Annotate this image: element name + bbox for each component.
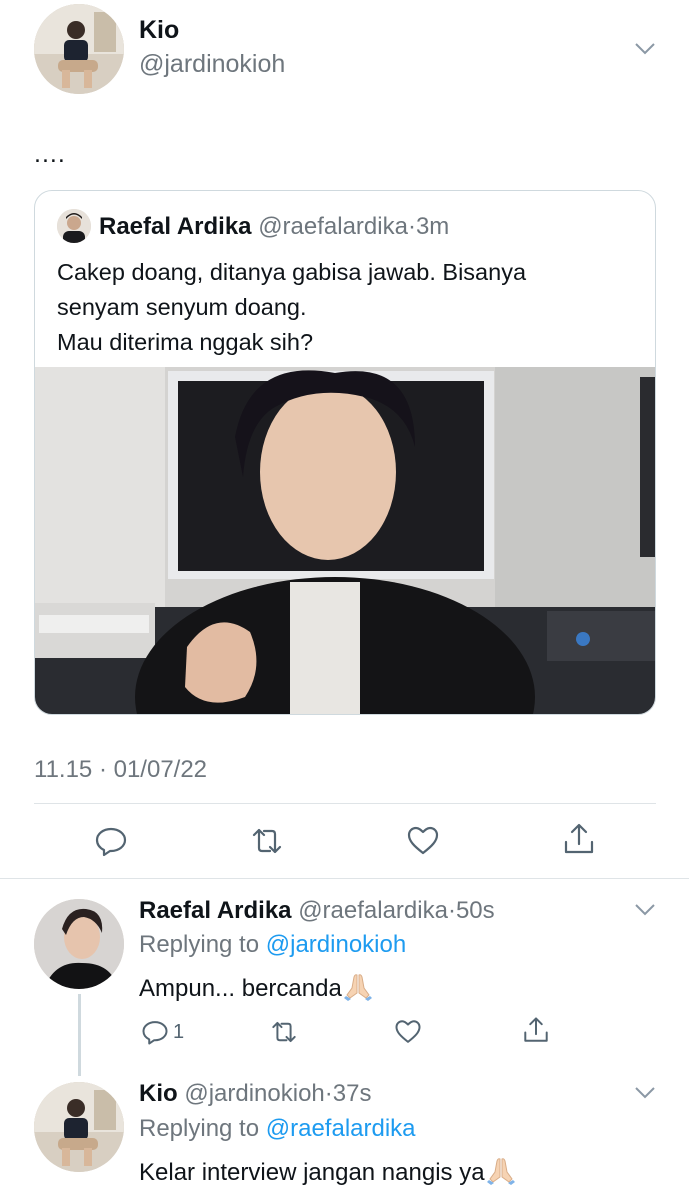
reply-avatar[interactable] <box>34 899 124 989</box>
replying-to-handle-link[interactable]: @raefalardika <box>266 1115 416 1142</box>
replying-to-line: Replying to @raefalardika <box>139 1115 416 1143</box>
quoted-author-handle: @raefalardika <box>258 213 408 240</box>
separator-dot: · <box>447 897 456 924</box>
replying-to-handle-link[interactable]: @jardinokioh <box>266 931 406 958</box>
divider <box>0 878 689 879</box>
chevron-down-icon[interactable] <box>634 42 656 56</box>
like-icon[interactable] <box>394 1018 422 1046</box>
separator-dot: · <box>324 1080 333 1107</box>
quoted-tweet-time: 3m <box>415 213 450 240</box>
reply-text-line: Ampun... bercanda <box>139 971 373 1003</box>
quoted-tweet-text: Cakep doang, ditanya gabisa jawab. Bisan… <box>57 259 527 355</box>
avatar-photo <box>34 4 124 94</box>
replying-to-label: Replying to <box>139 931 260 958</box>
chevron-down-icon[interactable] <box>634 903 656 917</box>
quoted-tweet-header: Raefal Ardika @raefalardika·3m <box>99 213 449 241</box>
reply-header: Kio @jardinokioh·37s <box>139 1080 371 1108</box>
quoted-tweet-photo[interactable] <box>35 367 655 714</box>
reply-count: 1 <box>173 1021 185 1043</box>
folded-hands-emoji <box>486 1155 516 1185</box>
quoted-author-name: Raefal Ardika <box>99 213 252 240</box>
author-name[interactable]: Kio <box>139 16 179 45</box>
retweet-icon[interactable] <box>250 824 284 858</box>
retweet-icon[interactable] <box>270 1018 298 1046</box>
share-icon[interactable] <box>522 1016 550 1044</box>
like-icon[interactable] <box>406 824 440 858</box>
divider <box>34 803 656 804</box>
reply-text-line: Kelar interview jangan nangis ya <box>139 1155 516 1187</box>
reply-time: 37s <box>332 1080 372 1107</box>
separator-dot: · <box>407 213 416 240</box>
reply-author-name[interactable]: Raefal Ardika <box>139 897 292 924</box>
reply-icon[interactable] <box>141 1018 169 1046</box>
quoted-author-avatar <box>57 209 91 243</box>
reply-author-handle[interactable]: @raefalardika <box>298 897 448 924</box>
author-avatar[interactable] <box>34 4 124 94</box>
folded-hands-emoji <box>343 971 373 1001</box>
replying-to-line: Replying to @jardinokioh <box>139 931 406 959</box>
author-handle[interactable]: @jardinokioh <box>139 50 285 79</box>
reply-text: Ampun... bercanda <box>139 975 342 1002</box>
reply-time: 50s <box>455 897 495 924</box>
quoted-tweet[interactable]: Raefal Ardika @raefalardika·3m Cakep doa… <box>34 190 656 715</box>
chevron-down-icon[interactable] <box>634 1086 656 1100</box>
replying-to-label: Replying to <box>139 1115 260 1142</box>
reply-header: Raefal Ardika @raefalardika·50s <box>139 897 495 925</box>
tweet-timestamp[interactable]: 11.15 · 01/07/22 <box>34 756 207 784</box>
tweet-text: .... <box>34 140 66 168</box>
reply-icon[interactable] <box>94 824 128 858</box>
reply-author-handle[interactable]: @jardinokioh <box>184 1080 324 1107</box>
share-icon[interactable] <box>562 822 596 856</box>
thread-connector-line <box>78 994 81 1076</box>
reply-text: Kelar interview jangan nangis ya <box>139 1159 485 1186</box>
reply-author-name[interactable]: Kio <box>139 1080 178 1107</box>
reply-avatar[interactable] <box>34 1082 124 1172</box>
